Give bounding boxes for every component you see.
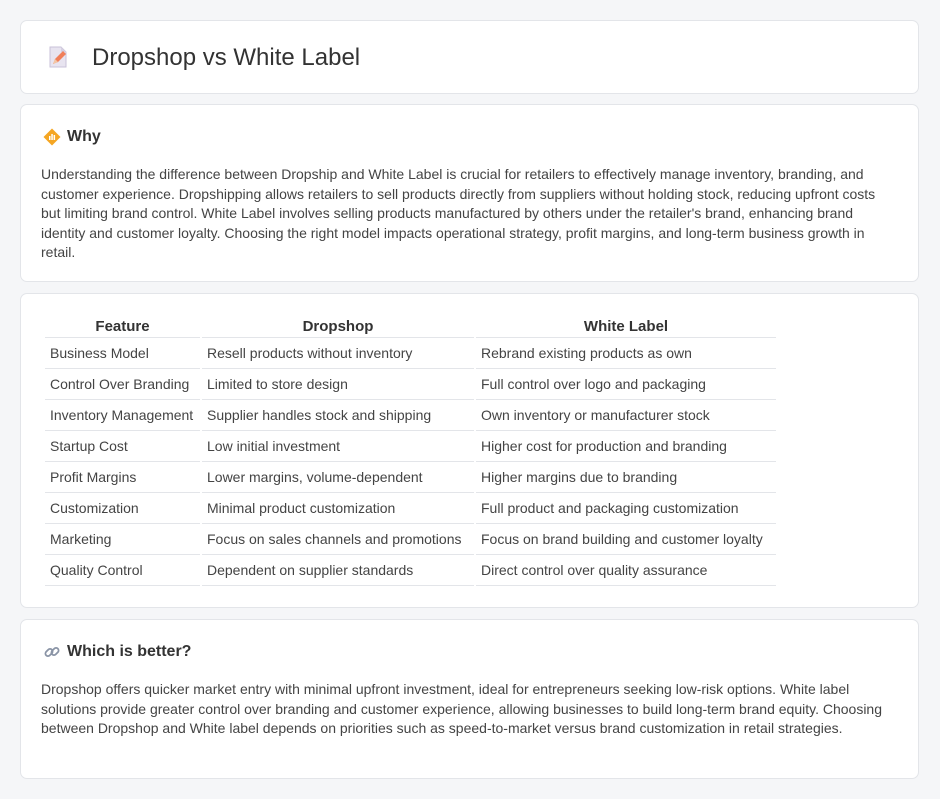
table-cell: Resell products without inventory bbox=[202, 338, 474, 369]
table-cell: Lower margins, volume-dependent bbox=[202, 462, 474, 493]
table-cell: Profit Margins bbox=[45, 462, 200, 493]
table-cell: Low initial investment bbox=[202, 431, 474, 462]
table-cell: Marketing bbox=[45, 524, 200, 555]
table-cell: Quality Control bbox=[45, 555, 200, 586]
why-header: Why bbox=[43, 127, 101, 147]
better-header: Which is better? bbox=[43, 642, 191, 662]
table-cell: Direct control over quality assurance bbox=[476, 555, 776, 586]
which-is-better-section: Which is better? Dropshop offers quicker… bbox=[20, 619, 919, 779]
table-cell: Focus on brand building and customer loy… bbox=[476, 524, 776, 555]
table-row: Quality Control Dependent on supplier st… bbox=[45, 555, 776, 586]
table-cell: Supplier handles stock and shipping bbox=[202, 400, 474, 431]
table-row: Control Over Branding Limited to store d… bbox=[45, 369, 776, 400]
table-cell: Business Model bbox=[45, 338, 200, 369]
column-header-white-label: White Label bbox=[476, 316, 776, 338]
table-row: Startup Cost Low initial investment High… bbox=[45, 431, 776, 462]
column-header-dropshop: Dropshop bbox=[202, 316, 474, 338]
table-cell: Control Over Branding bbox=[45, 369, 200, 400]
table-row: Business Model Resell products without i… bbox=[45, 338, 776, 369]
table-cell: Full control over logo and packaging bbox=[476, 369, 776, 400]
comparison-table: Feature Dropshop White Label Business Mo… bbox=[43, 316, 778, 586]
table-cell: Startup Cost bbox=[45, 431, 200, 462]
table-cell: Focus on sales channels and promotions bbox=[202, 524, 474, 555]
table-cell: Higher cost for production and branding bbox=[476, 431, 776, 462]
table-cell: Dependent on supplier standards bbox=[202, 555, 474, 586]
why-text: Understanding the difference between Dro… bbox=[41, 166, 876, 261]
table-cell: Customization bbox=[45, 493, 200, 524]
table-cell: Minimal product customization bbox=[202, 493, 474, 524]
link-icon bbox=[43, 643, 61, 661]
table-cell: Higher margins due to branding bbox=[476, 462, 776, 493]
table-cell: Inventory Management bbox=[45, 400, 200, 431]
table-cell: Own inventory or manufacturer stock bbox=[476, 400, 776, 431]
table-cell: Full product and packaging customization bbox=[476, 493, 776, 524]
comparison-section: Feature Dropshop White Label Business Mo… bbox=[20, 293, 919, 608]
diamond-signal-icon bbox=[43, 128, 61, 146]
table-cell: Rebrand existing products as own bbox=[476, 338, 776, 369]
why-heading: Why bbox=[67, 128, 101, 145]
table-row: Profit Margins Lower margins, volume-dep… bbox=[45, 462, 776, 493]
table-cell: Limited to store design bbox=[202, 369, 474, 400]
pencil-document-icon bbox=[47, 45, 69, 69]
table-header-row: Feature Dropshop White Label bbox=[45, 316, 776, 338]
better-heading: Which is better? bbox=[67, 643, 192, 660]
why-section: Why Understanding the difference between… bbox=[20, 104, 919, 282]
page-title: Dropshop vs White Label bbox=[92, 44, 361, 71]
table-row: Inventory Management Supplier handles st… bbox=[45, 400, 776, 431]
title-card: Dropshop vs White Label bbox=[20, 20, 919, 94]
table-row: Marketing Focus on sales channels and pr… bbox=[45, 524, 776, 555]
column-header-feature: Feature bbox=[45, 316, 200, 338]
better-text: Dropshop offers quicker market entry wit… bbox=[41, 681, 882, 737]
table-row: Customization Minimal product customizat… bbox=[45, 493, 776, 524]
